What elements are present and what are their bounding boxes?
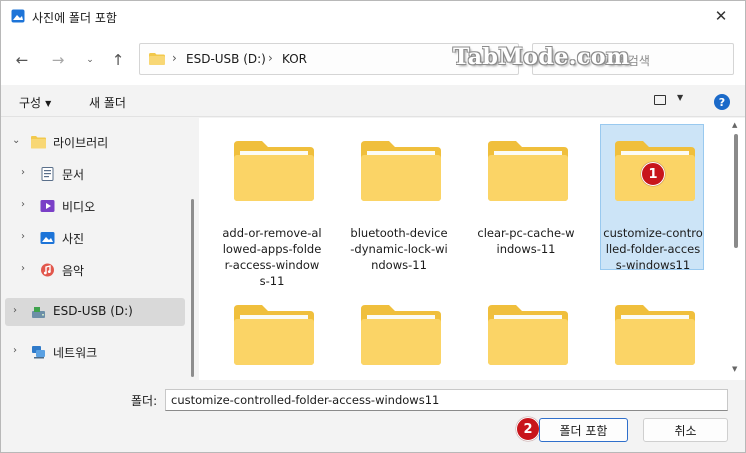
folder-item[interactable]: bluetooth-device-dynamic-lock-windows-11	[346, 124, 450, 272]
sidebar-item-label: ESD-USB (D:)	[53, 304, 133, 318]
arrow-up-icon: ↑	[111, 51, 125, 69]
sidebar-item-library[interactable]: ⌄ 라이브러리	[5, 128, 185, 156]
content-scrollbar[interactable]	[734, 134, 738, 248]
chevron-right-icon[interactable]: ›	[13, 305, 17, 316]
folder-name-field[interactable]	[165, 389, 728, 411]
caret-down-icon[interactable]: ▼	[677, 93, 683, 102]
pictures-icon	[40, 232, 55, 244]
folder-name: customize-controlled-folder-access-windo…	[603, 226, 703, 272]
usb-drive-icon	[32, 307, 45, 318]
photos-app-icon	[11, 9, 25, 23]
scroll-up-arrow-icon[interactable]: ▲	[732, 121, 737, 129]
file-dialog: 사진에 폴더 포함 ✕ ← → ⌄ ↑ › ESD-USB (D:) › KOR	[0, 0, 746, 453]
breadcrumb-separator-icon: ›	[268, 51, 273, 65]
chevron-right-icon[interactable]: ›	[21, 167, 25, 178]
organize-label: 구성	[19, 96, 42, 110]
step-badge-2: 2	[516, 417, 540, 441]
help-icon[interactable]: ?	[714, 94, 730, 110]
command-bar: 구성 ▼ 새 폴더 ▼ ?	[1, 85, 745, 117]
watermark-logo: TabMode.com	[453, 44, 630, 70]
videos-icon	[40, 200, 55, 212]
sidebar-item-videos[interactable]: › 비디오	[5, 192, 185, 220]
folder-item-selected[interactable]: 1 customize-controlled-folder-access-win…	[600, 124, 704, 272]
breadcrumb-drive[interactable]: ESD-USB (D:)	[186, 52, 266, 66]
navigation-pane: ⌄ 라이브러리 › 문서 › 비디오 › 사진 › 음악 › ESD-USB (…	[1, 118, 197, 377]
up-button[interactable]: ↑	[107, 49, 129, 71]
folder-icon	[361, 305, 441, 365]
scroll-down-arrow-icon[interactable]: ▼	[732, 365, 737, 373]
sidebar-item-label: 사진	[62, 232, 85, 246]
music-icon	[41, 263, 54, 277]
title-bar: 사진에 폴더 포함 ✕	[1, 1, 745, 33]
folder-icon	[488, 305, 568, 365]
chevron-right-icon[interactable]: ›	[13, 345, 17, 356]
folder-icon	[234, 141, 314, 201]
folder-name: clear-pc-cache-windows-11	[477, 226, 575, 256]
view-options-icon[interactable]	[654, 95, 666, 105]
folder-icon	[149, 53, 165, 65]
folder-icon	[361, 141, 441, 201]
file-list: add-or-remove-allowed-apps-folder-access…	[199, 118, 745, 380]
cancel-button[interactable]: 취소	[643, 418, 728, 442]
sidebar-item-label: 라이브러리	[53, 136, 109, 150]
include-folder-button[interactable]: 폴더 포함	[539, 418, 628, 442]
sidebar-item-label: 네트워크	[53, 346, 98, 360]
sidebar-item-network[interactable]: › 네트워크	[5, 338, 185, 366]
documents-icon	[41, 167, 54, 181]
sidebar-item-label: 문서	[62, 168, 85, 182]
forward-button[interactable]: →	[47, 49, 69, 71]
folder-name: add-or-remove-allowed-apps-folder-access…	[222, 226, 322, 288]
window-title: 사진에 폴더 포함	[32, 11, 117, 25]
chevron-down-icon[interactable]: ⌄	[12, 135, 20, 146]
sidebar-item-documents[interactable]: › 문서	[5, 160, 185, 188]
sidebar-item-music[interactable]: › 음악	[5, 256, 185, 284]
dialog-footer: 폴더: 2 폴더 포함 취소	[1, 380, 745, 452]
library-icon	[31, 136, 46, 149]
network-icon	[32, 346, 45, 359]
arrow-right-icon: →	[51, 51, 65, 69]
new-folder-button[interactable]: 새 폴더	[89, 94, 126, 111]
navigation-bar: ← → ⌄ ↑ › ESD-USB (D:) › KOR KOR 검색	[1, 33, 745, 85]
recent-locations-button[interactable]: ⌄	[79, 49, 101, 71]
breadcrumb-folder[interactable]: KOR	[282, 52, 307, 66]
back-button[interactable]: ←	[11, 49, 33, 71]
sidebar-item-usb-drive[interactable]: › ESD-USB (D:)	[5, 298, 185, 326]
breadcrumb-separator-icon: ›	[172, 51, 177, 65]
arrow-left-icon: ←	[15, 51, 29, 69]
folder-icon	[615, 305, 695, 365]
chevron-right-icon[interactable]: ›	[21, 231, 25, 242]
folder-icon	[488, 141, 568, 201]
folder-name: bluetooth-device-dynamic-lock-windows-11	[350, 226, 448, 272]
sidebar-item-pictures[interactable]: › 사진	[5, 224, 185, 252]
close-button[interactable]: ✕	[703, 3, 739, 29]
sidebar-item-label: 비디오	[62, 200, 96, 214]
sidebar-scrollbar[interactable]	[191, 199, 194, 377]
folder-icon	[234, 305, 314, 365]
step-badge-1: 1	[641, 162, 665, 186]
folder-field-label: 폴더:	[131, 394, 158, 408]
sidebar-item-label: 음악	[62, 264, 85, 278]
chevron-down-icon: ⌄	[86, 55, 94, 65]
folder-item[interactable]: clear-pc-cache-windows-11	[473, 124, 577, 270]
close-icon: ✕	[714, 7, 728, 25]
caret-down-icon: ▼	[45, 99, 52, 108]
organize-menu[interactable]: 구성 ▼	[19, 94, 51, 111]
chevron-right-icon[interactable]: ›	[21, 263, 25, 274]
chevron-right-icon[interactable]: ›	[21, 199, 25, 210]
folder-item[interactable]: add-or-remove-allowed-apps-folder-access…	[219, 124, 323, 288]
